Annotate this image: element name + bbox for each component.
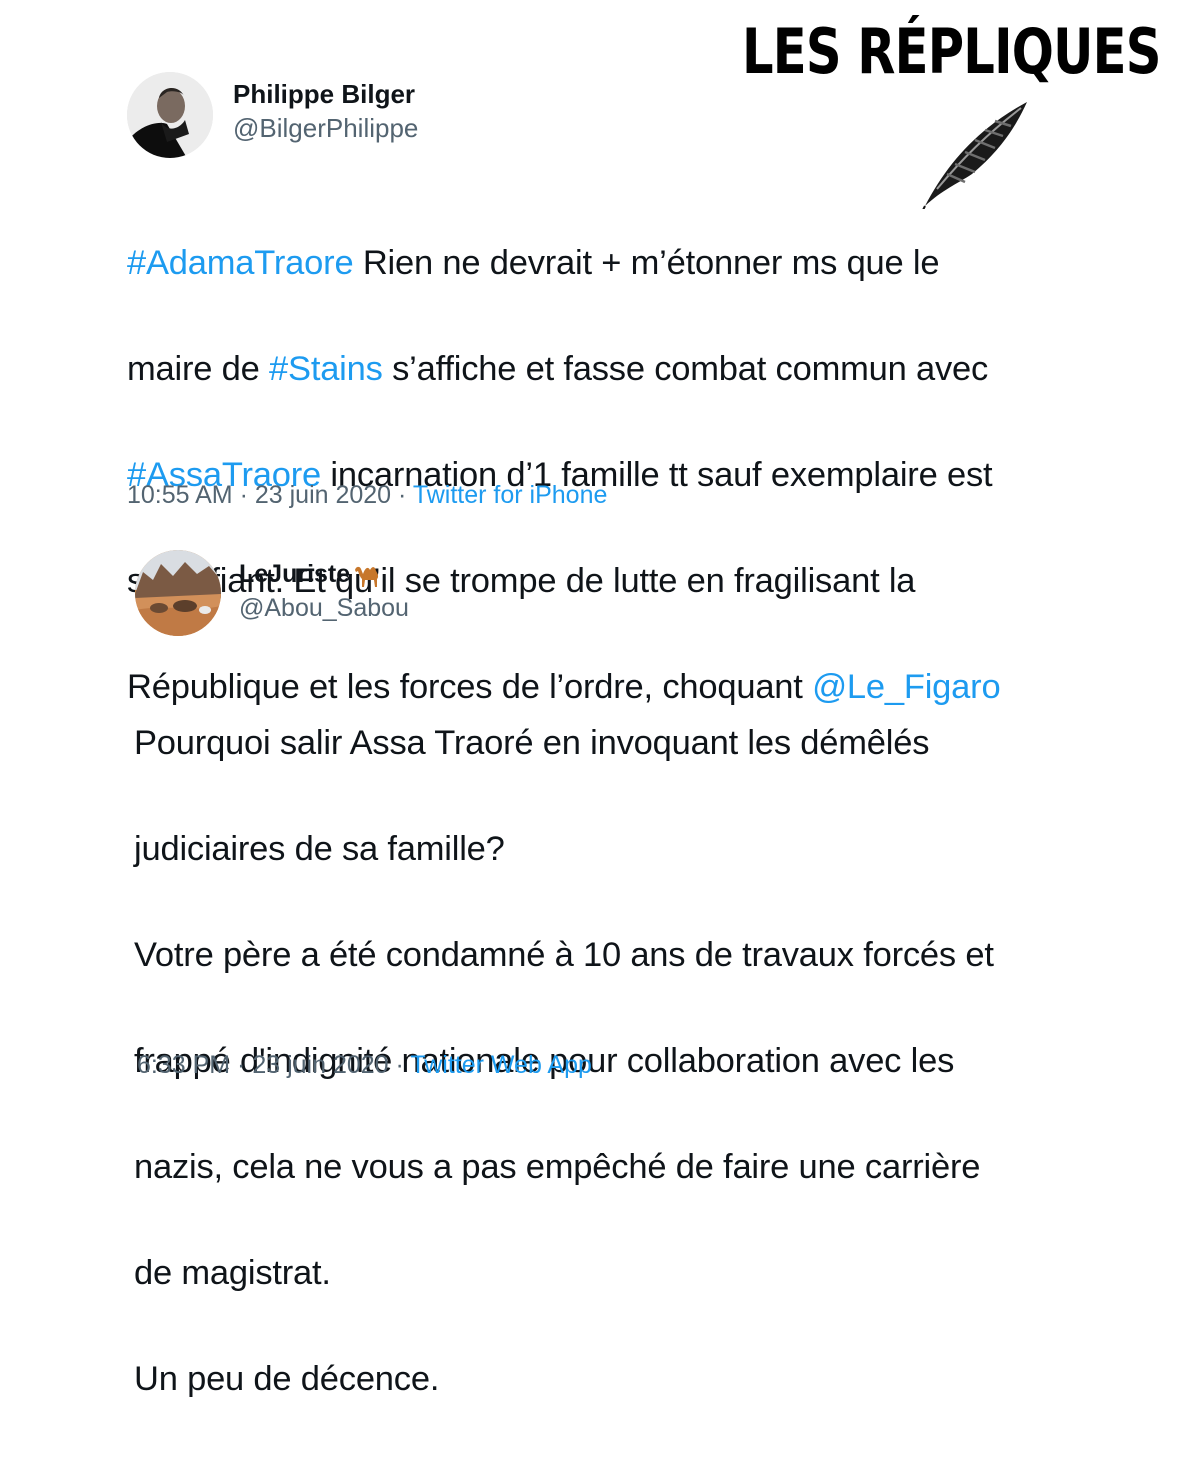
avatar[interactable] xyxy=(135,550,221,636)
tweet-meta: 10:55 AM · 23 juin 2020 · Twitter for iP… xyxy=(127,479,607,511)
brand-title: LES RÉPLIQUES xyxy=(742,15,1161,88)
tweet-time[interactable]: 10:55 AM xyxy=(127,481,233,509)
hashtag-link[interactable]: #AdamaTraore xyxy=(127,244,354,282)
author-name-text: LeJuriste xyxy=(239,560,351,588)
tweet-line: #AdamaTraore Rien ne devrait + m’étonner… xyxy=(127,237,1177,290)
tweet-line: judiciaires de sa famille? xyxy=(134,830,505,868)
tweet-source-link[interactable]: Twitter Web App xyxy=(410,1051,592,1079)
hashtag-link[interactable]: #Stains xyxy=(269,350,383,388)
author-handle[interactable]: @BilgerPhilippe xyxy=(233,112,418,144)
text-segment: s’affiche et fasse combat commun avec xyxy=(382,350,989,388)
tweet-meta: 6:33 PM · 23 juin 2020 · Twitter Web App xyxy=(137,1049,592,1081)
avatar[interactable] xyxy=(127,72,213,158)
tweet-date[interactable]: 23 juin 2020 xyxy=(255,481,391,509)
tweet-line: Votre père a été condamné à 10 ans de tr… xyxy=(134,936,994,974)
meta-separator: · xyxy=(232,481,255,509)
tweet-line: Un peu de décence. xyxy=(134,1360,440,1398)
meta-separator: · xyxy=(230,1051,253,1079)
author-handle[interactable]: @Abou_Sabou xyxy=(239,592,409,624)
profile-photo-avatar xyxy=(127,72,213,158)
tweet-line: de magistrat. xyxy=(134,1254,331,1292)
author-name[interactable]: Philippe Bilger xyxy=(233,78,415,110)
meta-separator: · xyxy=(388,1051,411,1079)
tweet-date[interactable]: 23 juin 2020 xyxy=(252,1051,388,1079)
tweet-time[interactable]: 6:33 PM xyxy=(137,1051,230,1079)
tweet-line: maire de #Stains s’affiche et fasse comb… xyxy=(127,343,1177,396)
text-segment: Rien ne devrait + m’étonner ms que le xyxy=(353,244,940,282)
brand-header: LES RÉPLIQUES xyxy=(742,12,1187,209)
tweet-line: Pourquoi salir Assa Traoré en invoquant … xyxy=(134,724,930,762)
desert-camels-avatar xyxy=(135,550,221,636)
text-segment: maire de xyxy=(127,350,270,388)
author-name[interactable]: LeJuriste xyxy=(239,558,382,590)
camel-emoji-icon xyxy=(355,566,379,587)
tweet-line: nazis, cela ne vous a pas empêché de fai… xyxy=(134,1148,981,1186)
tweet-source-link[interactable]: Twitter for iPhone xyxy=(413,481,608,509)
meta-separator: · xyxy=(391,481,413,509)
